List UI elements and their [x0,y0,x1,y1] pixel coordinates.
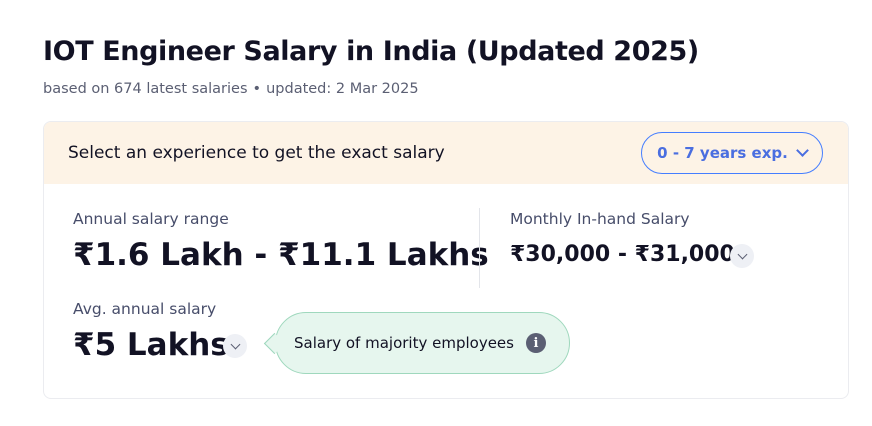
monthly-expand-button[interactable] [730,244,754,268]
avg-salary-label: Avg. annual salary [73,300,217,318]
monthly-salary-range: ₹30,000 - ₹31,000 [510,242,735,267]
avg-salary-value: ₹5 Lakhs [73,327,229,363]
experience-dropdown[interactable]: 0 - 7 years exp. [641,132,823,174]
experience-dropdown-label: 0 - 7 years exp. [657,144,788,162]
updated-date-text: updated: 2 Mar 2025 [266,81,419,97]
separator-dot: • [252,81,262,97]
page-subtitle: based on 674 latest salaries • updated: 2 … [43,81,419,97]
info-icon[interactable]: i [525,333,546,353]
annual-salary-label: Annual salary range [73,210,229,228]
chevron-down-icon [795,144,809,157]
majority-tooltip: Salary of majority employees i [275,312,570,374]
experience-prompt: Select an experience to get the exact sa… [68,143,445,163]
salary-card: Select an experience to get the exact sa… [43,121,849,399]
divider [479,208,480,288]
salary-count-text: based on 674 latest salaries [43,81,248,97]
avg-expand-button[interactable] [223,334,247,358]
chevron-down-icon [230,339,240,349]
monthly-salary-label: Monthly In-hand Salary [510,210,690,228]
page-title: IOT Engineer Salary in India (Updated 20… [43,36,699,67]
tooltip-text: Salary of majority employees [294,334,514,352]
experience-bar: Select an experience to get the exact sa… [44,122,848,184]
annual-salary-range: ₹1.6 Lakh - ₹11.1 Lakhs [73,237,489,273]
chevron-down-icon [737,249,747,259]
